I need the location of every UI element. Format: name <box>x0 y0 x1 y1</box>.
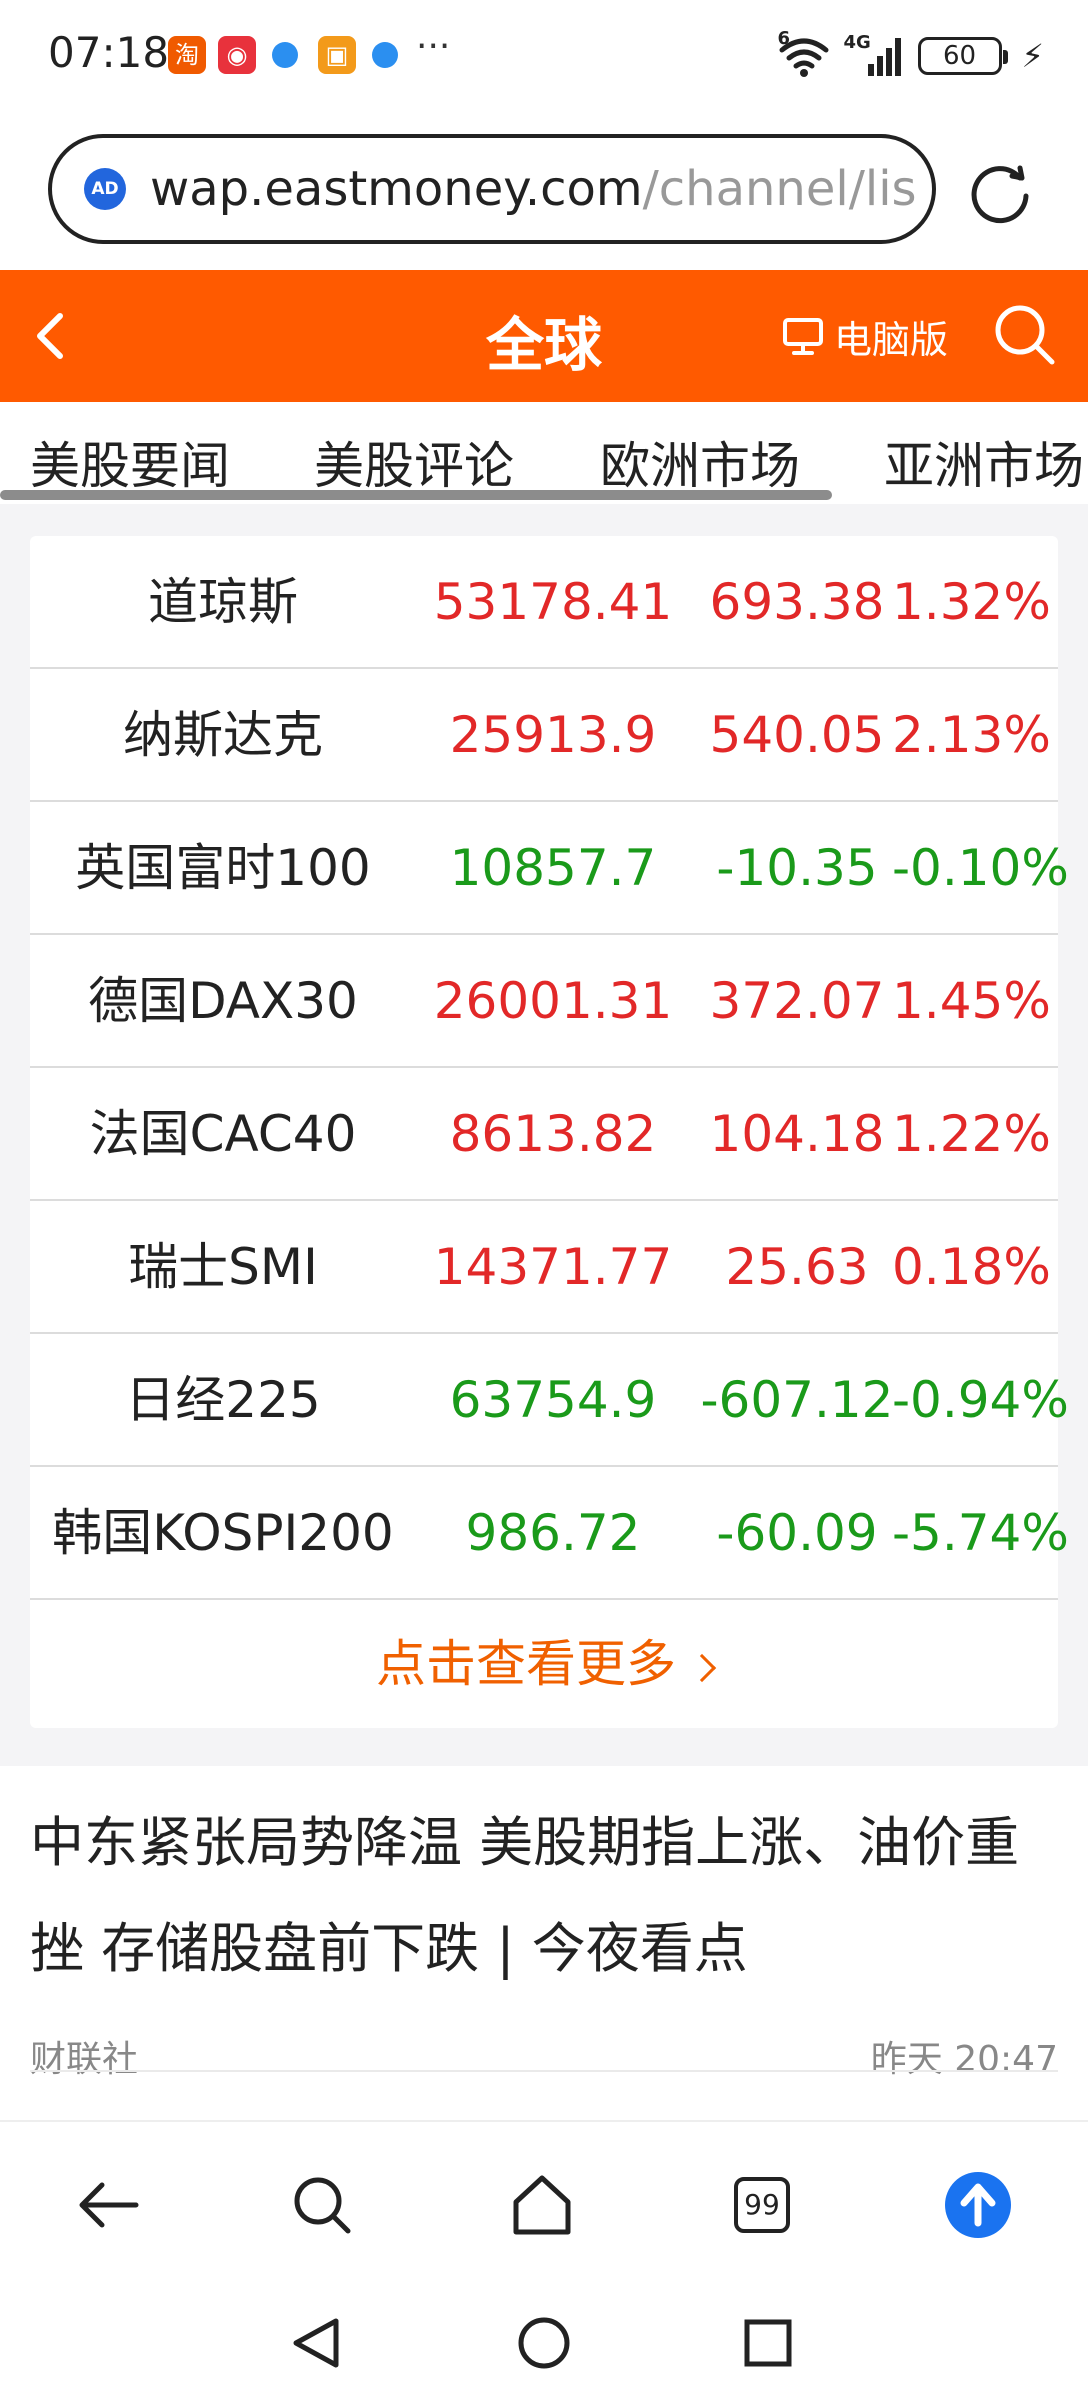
blue-dot-icon <box>372 42 398 68</box>
wifi-label: 6 <box>777 28 791 49</box>
index-name: 瑞士SMI <box>128 1238 318 1296</box>
home-icon <box>513 2175 571 2234</box>
tab-europe-market[interactable]: 欧洲市场 <box>600 426 800 498</box>
url-text[interactable]: wap.eastmoney.com/channel/lis <box>150 161 917 217</box>
taobao-icon: 淘 <box>168 36 206 74</box>
index-price: 10857.7 <box>449 839 657 897</box>
index-name: 德国DAX30 <box>88 972 358 1030</box>
browser-back-button[interactable] <box>58 2122 158 2287</box>
index-name: 英国富时100 <box>75 839 371 897</box>
nav-home-button[interactable] <box>508 2307 580 2379</box>
index-table: 道琼斯 53178.41 693.38 1.32% 纳斯达克 25913.9 5… <box>30 536 1069 1728</box>
url-domain: wap.eastmoney.com <box>150 161 643 217</box>
status-right: 6 4G 60 ⚡ <box>778 30 1044 78</box>
index-price: 986.72 <box>465 1504 641 1562</box>
index-name: 纳斯达克 <box>123 706 323 764</box>
tabs-count-icon: 99 <box>734 2176 790 2233</box>
index-percent: -0.10% <box>892 839 1069 897</box>
triangle-back-icon <box>293 2318 339 2368</box>
index-price: 53178.41 <box>433 573 673 631</box>
nav-recents-button[interactable] <box>732 2307 804 2379</box>
news-time: 昨天 20:47 <box>870 2039 1058 2080</box>
news-source: 财联社 <box>30 2039 139 2080</box>
circle-home-icon <box>518 2317 570 2369</box>
divider <box>30 2070 1058 2072</box>
wifi-icon: 6 <box>778 30 830 78</box>
index-price: 14371.77 <box>433 1238 673 1296</box>
address-bar[interactable]: AD wap.eastmoney.com/channel/lis <box>48 134 936 244</box>
red-app-icon: ◉ <box>218 36 256 74</box>
signal-icon: 4G <box>844 34 904 78</box>
desktop-version-label: 电脑版 <box>834 317 949 362</box>
view-more-link[interactable]: 点击查看更多 <box>30 1600 1058 1728</box>
arrow-left-icon <box>79 2182 139 2227</box>
chevron-right-icon <box>687 1653 717 1682</box>
status-time: 07:18 <box>48 28 170 77</box>
search-icon <box>995 305 1055 365</box>
page-header: 全球 电脑版 <box>0 270 1088 402</box>
refresh-icon <box>971 165 1029 224</box>
news-item[interactable]: 中东紧张局势降温 美股期指上涨、油价重挫 存储股盘前下跌 | 今夜看点 财联社 … <box>30 1790 1058 2080</box>
index-percent: 1.32% <box>892 573 1051 631</box>
index-row[interactable]: 英国富时100 10857.7 -10.35 -0.10% <box>30 802 1069 935</box>
index-name: 韩国KOSPI200 <box>52 1504 394 1562</box>
index-percent: 2.13% <box>892 706 1051 764</box>
index-row[interactable]: 纳斯达克 25913.9 540.05 2.13% <box>30 669 1058 802</box>
index-price: 26001.31 <box>433 972 673 1030</box>
index-percent: -5.74% <box>892 1504 1069 1562</box>
status-bar: 07:18 淘 ◉ ▣ ··· 6 4G 60 ⚡ <box>0 0 1088 115</box>
index-name: 道琼斯 <box>148 573 298 631</box>
news-meta: 财联社 昨天 20:47 <box>30 2030 1058 2080</box>
index-row[interactable]: 德国DAX30 26001.31 372.07 1.45% <box>30 935 1058 1068</box>
search-icon <box>294 2177 351 2233</box>
ad-badge: AD <box>84 168 126 210</box>
blue-dot-icon <box>272 42 298 68</box>
index-price: 8613.82 <box>449 1105 657 1163</box>
index-price: 25913.9 <box>449 706 657 764</box>
browser-toolbar: 99 <box>0 2120 1088 2285</box>
index-percent: 1.45% <box>892 972 1051 1030</box>
index-row[interactable]: 韩国KOSPI200 986.72 -60.09 -5.74% <box>30 1467 1069 1600</box>
index-price: 63754.9 <box>449 1371 657 1429</box>
nav-back-button[interactable] <box>280 2307 352 2379</box>
square-recents-icon <box>744 2319 792 2367</box>
arrow-up-circle-icon <box>945 2171 1011 2238</box>
tab-scroll-indicator <box>0 490 832 500</box>
search-button[interactable] <box>992 302 1058 368</box>
category-tabs: 美股要闻 美股评论 欧洲市场 亚洲市场 <box>0 402 1088 504</box>
tab-asia-market[interactable]: 亚洲市场 <box>884 426 1084 498</box>
index-row[interactable]: 法国CAC40 8613.82 104.18 1.22% <box>30 1068 1058 1201</box>
system-navigation-bar <box>0 2285 1088 2400</box>
url-path: /channel/lis <box>642 161 917 217</box>
tab-us-comments[interactable]: 美股评论 <box>314 426 514 498</box>
desktop-version-button[interactable]: 电脑版 <box>782 308 948 364</box>
orange-app-icon: ▣ <box>318 36 356 74</box>
browser-home-button[interactable] <box>492 2122 592 2287</box>
index-percent: 1.22% <box>892 1105 1051 1163</box>
index-row[interactable]: 瑞士SMI 14371.77 25.63 0.18% <box>30 1201 1058 1334</box>
index-name: 日经225 <box>125 1371 321 1429</box>
refresh-button[interactable] <box>968 160 1034 226</box>
tab-us-news[interactable]: 美股要闻 <box>30 426 230 498</box>
index-name: 法国CAC40 <box>89 1105 357 1163</box>
news-title[interactable]: 中东紧张局势降温 美股期指上涨、油价重挫 存储股盘前下跌 | 今夜看点 <box>30 1790 1058 2002</box>
index-percent: 0.18% <box>892 1238 1051 1296</box>
more-notifications-icon: ··· <box>416 26 451 67</box>
monitor-icon <box>783 318 823 355</box>
view-more-label: 点击查看更多 <box>376 1635 676 1693</box>
charging-icon: ⚡ <box>1021 37 1044 75</box>
tabs-button[interactable]: 99 <box>712 2122 812 2287</box>
browser-search-button[interactable] <box>272 2122 372 2287</box>
battery-indicator: 60 <box>917 37 1008 75</box>
upload-button[interactable] <box>928 2122 1028 2287</box>
index-row[interactable]: 日经225 63754.9 -607.12 -0.94% <box>30 1334 1069 1467</box>
index-percent: -0.94% <box>892 1371 1069 1429</box>
index-row[interactable]: 道琼斯 53178.41 693.38 1.32% <box>30 536 1058 669</box>
